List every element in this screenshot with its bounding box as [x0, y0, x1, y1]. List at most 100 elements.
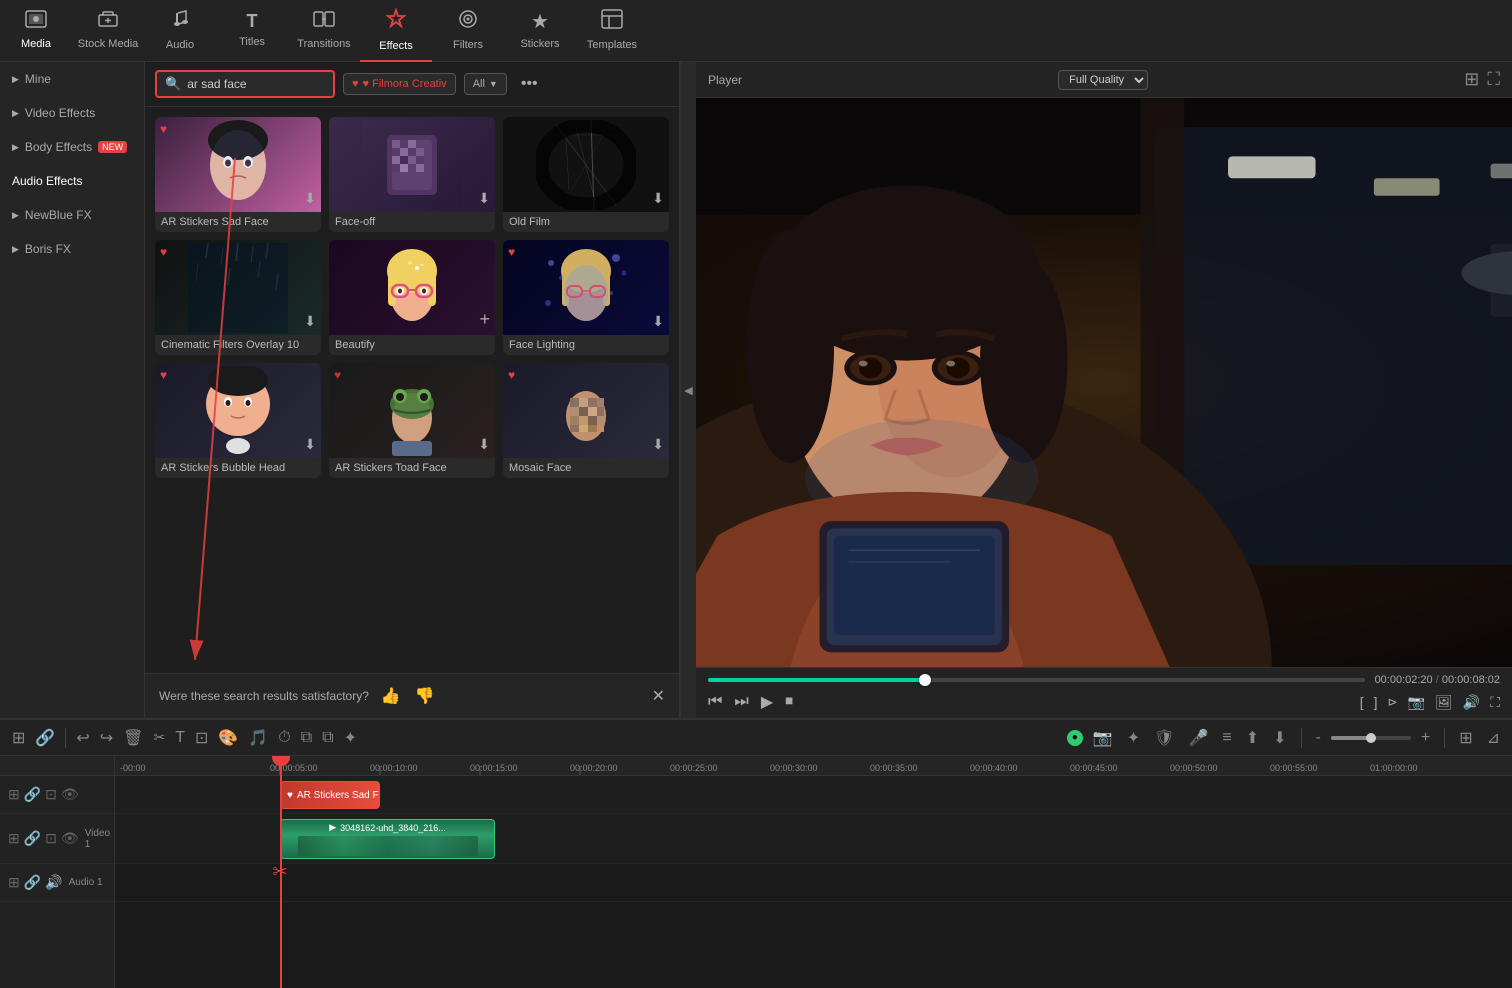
screenshot-button[interactable]: 🖼 [1435, 694, 1453, 711]
effect-card-bubble-head[interactable]: ♥ [155, 363, 321, 478]
grid-tl-button[interactable]: ⊞ [1455, 726, 1476, 750]
sidebar-item-boris[interactable]: ▶ Boris FX [0, 232, 144, 266]
crop-button[interactable]: ⊡ [191, 726, 212, 750]
zoom-in-button[interactable]: + [1417, 727, 1434, 749]
thumbs-up-button[interactable]: 👍 [379, 684, 403, 708]
out-point-button[interactable]: ] [1374, 694, 1378, 711]
effect-download-icon: ⬇ [304, 190, 316, 207]
prev-frame-button[interactable]: ⏭ [734, 693, 748, 711]
toolbar-stock[interactable]: Stock Media [72, 0, 144, 62]
grid-view-icon[interactable]: ⊞ [1464, 69, 1479, 90]
right-panel: Player Full Quality ⊞ ⛶ [696, 62, 1512, 718]
effect-card-mosaic-face[interactable]: ♥ [503, 363, 669, 478]
redo-button[interactable]: ↪ [96, 726, 117, 750]
toolbar-titles[interactable]: T Titles [216, 0, 288, 62]
video1-link-icon[interactable]: 🔗 [24, 830, 41, 847]
satisfaction-close-button[interactable]: ✕ [652, 686, 665, 706]
more-options-button[interactable]: ••• [515, 73, 544, 95]
split-button[interactable]: ✂ [149, 727, 169, 748]
toolbar-media[interactable]: Media [0, 0, 72, 62]
sidebar-item-newblue[interactable]: ▶ NewBlue FX [0, 198, 144, 232]
effect-card-cinematic[interactable]: ♥ [155, 240, 321, 355]
search-input-wrap[interactable]: 🔍 [155, 70, 335, 98]
control-buttons: ⏮ ⏭ ▶ ⏹ [708, 692, 793, 712]
audio1-link-icon[interactable]: 🔗 [24, 874, 41, 891]
toolbar-transitions[interactable]: Transitions [288, 0, 360, 62]
play-button[interactable]: ▶ [761, 692, 773, 712]
tl-track-header-video1: ⊞ 🔗 ⊡ 👁 Video 1 [0, 814, 114, 864]
speed-button[interactable]: ⏱ [274, 727, 294, 749]
toolbar-audio[interactable]: Audio [144, 0, 216, 62]
toolbar-filters[interactable]: Filters [432, 0, 504, 62]
copy-button[interactable]: ⧉ [318, 727, 337, 749]
track1-fx-icon[interactable]: ⊡ [45, 786, 57, 803]
effect-card-face-lighting[interactable]: ♥ [503, 240, 669, 355]
effect-card-face-off[interactable]: ⬇ Face-off [329, 117, 495, 232]
ai-button[interactable]: ✦ [1123, 726, 1144, 750]
color-button[interactable]: 🎨 [214, 726, 242, 750]
tl-separator-2 [1301, 728, 1302, 748]
undo-button[interactable]: ↩ [72, 726, 93, 750]
shield-button[interactable]: 🛡 [1150, 726, 1178, 750]
tl-clip-video[interactable]: ▶ 3048162-uhd_3840_216... [280, 819, 495, 859]
search-input[interactable] [187, 77, 317, 91]
magic-button[interactable]: ✦ [340, 726, 361, 750]
sidebar-item-mine[interactable]: ▶ Mine [0, 62, 144, 96]
effect-card-toad-face[interactable]: ♥ [329, 363, 495, 478]
add-track-button[interactable]: ⊞ [8, 726, 29, 750]
filmora-badge[interactable]: ♥ ♥ Filmora Creativ [343, 73, 456, 95]
toolbar-stickers[interactable]: ★ Stickers [504, 0, 576, 62]
camera-track-button[interactable]: 📷 [1089, 726, 1117, 750]
panel-collapse-button[interactable]: ◀ [680, 62, 696, 718]
tl-track-audio1-icons: ⊞ 🔗 🔊 [8, 874, 63, 891]
toolbar-templates[interactable]: Templates [576, 0, 648, 62]
transition-button[interactable]: ⧉ [297, 727, 316, 749]
rewind-button[interactable]: ⏮ [708, 693, 722, 711]
progress-thumb[interactable] [919, 674, 931, 686]
effect-name-cinematic: Cinematic Filters Overlay 10 [155, 335, 321, 355]
expand-button[interactable]: ⊿ [1483, 726, 1504, 750]
stop-button[interactable]: ⏹ [785, 693, 793, 711]
mic-button[interactable]: 🎤 [1184, 726, 1212, 750]
text-button[interactable]: T [171, 727, 189, 749]
search-icon: 🔍 [165, 76, 181, 92]
audio1-plus-icon[interactable]: ⊞ [8, 874, 20, 891]
export-button[interactable]: ⬆ [1242, 726, 1263, 750]
video1-plus-icon[interactable]: ⊞ [8, 830, 20, 847]
zoom-slider[interactable] [1331, 736, 1411, 740]
import-button[interactable]: ⬇ [1269, 726, 1290, 750]
quality-select[interactable]: Full Quality [1058, 70, 1148, 90]
snap-indicator: ● [1067, 730, 1083, 746]
thumbs-down-button[interactable]: 👎 [413, 684, 437, 708]
progress-bar-wrap: 00:00:02:20 / 00:00:08:02 [708, 674, 1500, 686]
mark-button[interactable]: ⊳ [1387, 694, 1397, 711]
audio-button[interactable]: 🔊 [1463, 694, 1480, 711]
effect-card-beautify[interactable]: + Beautify [329, 240, 495, 355]
video-clip-label: 3048162-uhd_3840_216... [340, 823, 446, 833]
track1-eye-icon[interactable]: 👁 [61, 786, 79, 803]
playlist-button[interactable]: ≡ [1218, 727, 1235, 749]
track1-link-icon[interactable]: 🔗 [24, 786, 41, 803]
progress-bar[interactable] [708, 678, 1365, 682]
sidebar-item-video-effects[interactable]: ▶ Video Effects [0, 96, 144, 130]
effect-download-icon: ⬇ [478, 190, 490, 207]
zoom-out-button[interactable]: - [1312, 727, 1325, 749]
tl-clip-effect[interactable]: ♥ AR Stickers Sad Face ♥ [280, 781, 380, 809]
audio1-vol-icon[interactable]: 🔊 [45, 874, 62, 891]
track1-plus-icon[interactable]: ⊞ [8, 786, 20, 803]
audio-fx-button[interactable]: 🎵 [244, 726, 272, 750]
toolbar-effects[interactable]: Effects [360, 0, 432, 62]
delete-button[interactable]: 🗑 [119, 726, 147, 750]
snapshot-button[interactable]: 📷 [1408, 694, 1425, 711]
filter-dropdown[interactable]: All ▼ [464, 73, 507, 95]
fullscreen-ctrl-button[interactable]: ⛶ [1490, 694, 1500, 711]
effect-card-ar-sad-face[interactable]: ♥ [155, 117, 321, 232]
magnetic-button[interactable]: 🔗 [31, 726, 59, 750]
video1-eye-icon[interactable]: 👁 [61, 830, 79, 847]
fullscreen-icon[interactable]: ⛶ [1487, 69, 1500, 90]
in-point-button[interactable]: [ [1360, 694, 1364, 711]
video1-fx-icon[interactable]: ⊡ [45, 830, 57, 847]
sidebar-item-audio-effects[interactable]: Audio Effects [0, 164, 144, 198]
effect-card-old-film[interactable]: ⬇ Old Film [503, 117, 669, 232]
sidebar-item-body-effects[interactable]: ▶ Body Effects NEW [0, 130, 144, 164]
